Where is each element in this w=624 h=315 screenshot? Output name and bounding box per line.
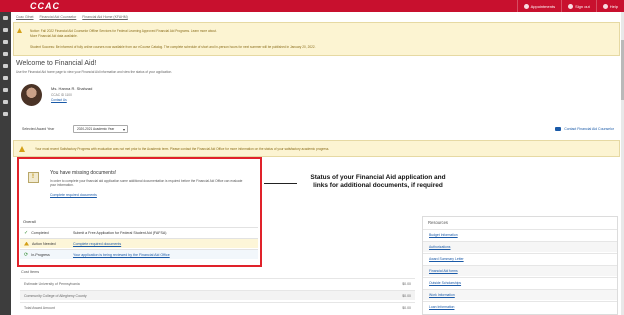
documents-icon[interactable] <box>3 88 8 92</box>
cost-label: Community College of Allegheny County <box>24 294 87 298</box>
warning-icon <box>17 28 22 33</box>
page-title: Welcome to Financial Aid! <box>16 60 97 67</box>
help-label: Help <box>609 3 618 9</box>
contact-counselor-label: Contact Financial Aid Counselor <box>564 127 614 131</box>
finance-icon[interactable] <box>3 52 8 56</box>
sign-out-button[interactable]: Sign out <box>561 0 596 12</box>
highlight-box <box>17 157 262 267</box>
cost-value: $0.00 <box>402 294 411 298</box>
callout-text: Status of your Financial Aid application… <box>310 174 446 189</box>
breadcrumb-item[interactable]: Ccac Gfnet <box>16 15 34 19</box>
resource-label: Budget Information <box>429 233 458 237</box>
cost-row: Community College of Allegheny County $0… <box>20 290 415 300</box>
profile-icon[interactable] <box>3 64 8 68</box>
appointments-label: Appointments <box>530 3 556 9</box>
resource-link[interactable]: Financial Aid forms <box>423 265 617 276</box>
announcement-line: Notice: Fall 2022 Financial Aid Counselo… <box>30 29 217 33</box>
info-banner: Your most recent Satisfactory Progress w… <box>13 140 620 157</box>
help-icon <box>602 3 608 9</box>
left-nav-rail <box>0 12 11 315</box>
resource-label: Outside Scholarships <box>429 281 462 285</box>
resource-link[interactable]: Authorizations <box>423 241 617 252</box>
breadcrumb: Ccac Gfnet Financial Aid Counselor Finan… <box>16 15 128 19</box>
aid-year-select[interactable]: 2020-2021 Academic Year <box>73 125 128 133</box>
home-icon[interactable] <box>3 16 8 20</box>
top-bar: CCAC Appointments Sign out Help <box>0 0 624 12</box>
resources-panel: Resources Budget Information Authorizati… <box>422 216 618 315</box>
callout-line <box>264 183 297 184</box>
resource-link[interactable]: Budget Information <box>423 229 617 240</box>
page-subtitle: Use the Financial Aid home page to view … <box>16 70 173 74</box>
resource-label: Award Summary Letter <box>429 257 464 261</box>
resource-label: Loan Information <box>429 305 455 309</box>
announcement-line: Student Success: Be informed of fully on… <box>30 45 316 49</box>
announcement-banner: Notice: Fall 2022 Financial Aid Counselo… <box>13 22 620 56</box>
aid-year-label: Selected Award Year <box>22 127 55 131</box>
academics-icon[interactable] <box>3 40 8 44</box>
mail-icon <box>555 127 562 131</box>
cost-row: Estimate University of Pennsylvania $0.0… <box>20 278 415 288</box>
info-banner-text: Your most recent Satisfactory Progress w… <box>35 147 330 151</box>
calendar-icon <box>523 3 529 9</box>
warning-icon <box>19 146 25 152</box>
resource-link[interactable]: Loan Information <box>423 301 617 312</box>
printer-icon[interactable] <box>3 112 8 116</box>
resource-link[interactable]: Outside Scholarships <box>423 277 617 288</box>
cost-row: Total Award Amount $0.00 <box>20 302 415 312</box>
profile-contact-link[interactable]: Contact Us <box>51 98 67 102</box>
profile-name: Ms. Hanna R. Shahzad <box>51 86 93 91</box>
contact-counselor-link[interactable]: Contact Financial Aid Counselor <box>555 127 614 131</box>
resource-link[interactable]: Work Information <box>423 289 617 300</box>
help-button[interactable]: Help <box>595 0 624 12</box>
resources-title: Resources <box>428 220 449 225</box>
cost-items-header: Cost Items <box>21 270 40 274</box>
settings-icon[interactable] <box>3 100 8 104</box>
cost-value: $0.00 <box>402 306 411 310</box>
profile-id: CCAC ID 1100 <box>51 93 72 97</box>
avatar <box>21 84 42 106</box>
appointments-button[interactable]: Appointments <box>516 0 561 12</box>
resource-link[interactable]: Award Summary Letter <box>423 253 617 264</box>
sign-out-icon <box>568 3 574 9</box>
top-actions: Appointments Sign out Help <box>516 0 624 12</box>
resource-label: Financial Aid forms <box>429 269 458 273</box>
resource-label: Authorizations <box>429 245 451 249</box>
menu-icon[interactable] <box>3 28 8 32</box>
cost-value: $0.00 <box>402 282 411 286</box>
cost-label: Total Award Amount <box>24 306 55 310</box>
calendar-nav-icon[interactable] <box>3 76 8 80</box>
cost-label: Estimate University of Pennsylvania <box>24 282 80 286</box>
breadcrumb-item[interactable]: Financial Aid Home (KFAHM) <box>82 15 128 19</box>
resource-label: Work Information <box>429 293 455 297</box>
announcement-line: More Financial Aid data available. <box>30 34 78 38</box>
breadcrumb-item[interactable]: Financial Aid Counselor <box>40 15 77 19</box>
app-logo[interactable]: CCAC <box>30 1 60 11</box>
sign-out-label: Sign out <box>575 3 590 9</box>
